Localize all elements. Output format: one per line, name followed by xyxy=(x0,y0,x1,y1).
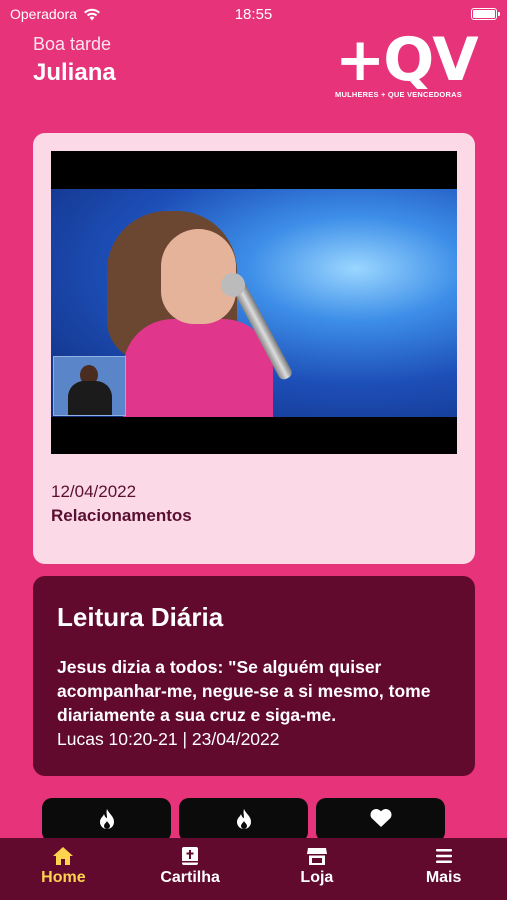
video-card[interactable]: 12/04/2022 Relacionamentos xyxy=(33,133,475,564)
tab-bar: Home Cartilha Loja Mais xyxy=(0,838,507,900)
sign-language-interpreter xyxy=(53,356,126,416)
shortcut-button-3[interactable] xyxy=(316,798,445,842)
tab-label: Home xyxy=(41,869,86,886)
greeting: Boa tarde Juliana xyxy=(33,34,116,87)
home-icon xyxy=(53,847,74,865)
tab-loja[interactable]: Loja xyxy=(254,838,381,900)
daily-reading-reference: Lucas 10:20-21 | 23/04/2022 xyxy=(57,729,280,749)
speaker-body xyxy=(123,319,273,417)
greeting-salutation: Boa tarde xyxy=(33,34,112,54)
daily-reading-title: Leitura Diária xyxy=(57,602,224,632)
battery-icon xyxy=(471,8,500,20)
bible-icon xyxy=(182,847,199,865)
tab-label: Mais xyxy=(425,869,462,886)
interpreter-body xyxy=(68,381,112,415)
store-icon xyxy=(306,848,327,865)
video-thumbnail xyxy=(51,189,457,417)
tab-mais[interactable]: Mais xyxy=(380,838,507,900)
video-title: Relacionamentos xyxy=(51,506,192,525)
status-bar: Operadora 18:55 xyxy=(0,0,507,28)
user-name: Juliana xyxy=(33,59,116,86)
tab-label: Cartilha xyxy=(160,869,220,886)
shortcut-button-1[interactable] xyxy=(42,798,171,842)
tab-home[interactable]: Home xyxy=(0,838,127,900)
logo-mark: +QV xyxy=(335,25,479,95)
video-date: 12/04/2022 xyxy=(51,482,137,501)
tab-label: Loja xyxy=(300,869,334,886)
flame-icon xyxy=(99,809,114,829)
menu-icon xyxy=(435,849,452,863)
tab-cartilha[interactable]: Cartilha xyxy=(127,838,254,900)
logo-tagline: MULHERES + QUE VENCEDORAS xyxy=(335,90,462,99)
daily-reading-card[interactable]: Leitura Diária Jesus dizia a todos: "Se … xyxy=(33,576,475,776)
heart-icon xyxy=(369,808,392,827)
shortcut-button-2[interactable] xyxy=(179,798,308,842)
microphone-head xyxy=(221,273,245,297)
clock: 18:55 xyxy=(234,6,273,23)
video-player[interactable] xyxy=(51,151,457,454)
daily-reading-text: Jesus dizia a todos: "Se alguém quiser a… xyxy=(57,657,431,725)
app-logo: +QV MULHERES + QUE VENCEDORAS xyxy=(335,25,479,104)
flame-icon xyxy=(236,809,251,829)
